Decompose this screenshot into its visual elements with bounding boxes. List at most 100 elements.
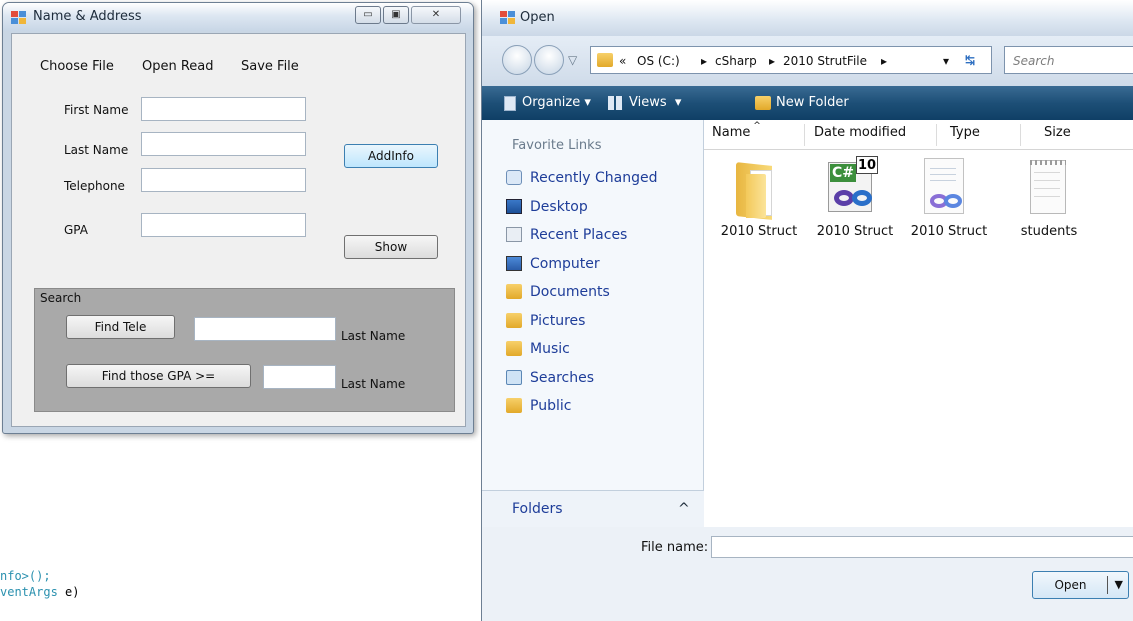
column-name[interactable]: Name ^: [712, 121, 761, 143]
menu-choose-file[interactable]: Choose File: [40, 58, 114, 76]
favorite-link-recently-changed[interactable]: Recently Changed: [506, 168, 696, 188]
chevron-right-icon[interactable]: ▸: [881, 53, 887, 69]
file-name-field[interactable]: [712, 537, 1133, 557]
breadcrumb-csharp[interactable]: cSharp: [715, 53, 757, 69]
navigation-pane: Favorite Links Recently Changed Desktop Re…: [482, 120, 704, 527]
back-button[interactable]: [502, 45, 532, 75]
favorite-link-label: Pictures: [530, 312, 586, 329]
app-icon: [11, 11, 27, 25]
organize-button[interactable]: Organize ▾: [522, 94, 591, 112]
code-line-1: nfo>();: [0, 569, 51, 583]
favorite-link-music[interactable]: Music: [506, 339, 696, 359]
search-group-legend: Search: [38, 291, 84, 305]
title-bar[interactable]: Name & Address ▭ ▣ ✕: [3, 3, 473, 31]
breadcrumb-os-c[interactable]: OS (C:): [637, 53, 680, 69]
find-tele-button[interactable]: Find Tele: [66, 315, 175, 339]
open-title-bar[interactable]: Open: [482, 0, 1133, 36]
recent-places-icon: [506, 227, 522, 242]
gpa-field[interactable]: [142, 214, 305, 236]
views-button[interactable]: Views ▾: [629, 94, 681, 112]
sort-ascending-icon: ^: [750, 121, 761, 131]
chevron-down-icon[interactable]: ▼: [1115, 572, 1123, 598]
column-date-modified[interactable]: Date modified: [814, 124, 906, 142]
breadcrumb-strutfile[interactable]: 2010 StrutFile: [783, 53, 867, 69]
telephone-field-box: [141, 168, 306, 192]
address-dropdown-icon[interactable]: ▾: [943, 53, 949, 69]
command-bar: Organize ▾ Views ▾ New Folder: [482, 86, 1133, 120]
telephone-field[interactable]: [142, 169, 305, 191]
favorite-link-recent-places[interactable]: Recent Places: [506, 225, 696, 245]
chevron-up-icon[interactable]: ^: [678, 500, 690, 518]
file-item[interactable]: students: [1004, 156, 1094, 246]
gpa-result-label: Last Name: [341, 377, 406, 391]
close-button[interactable]: ✕: [411, 6, 461, 24]
menu-open-read[interactable]: Open Read: [142, 58, 214, 76]
breadcrumb-overflow[interactable]: «: [619, 53, 626, 69]
gpa-search-field-box: [263, 365, 336, 389]
file-item[interactable]: C# 10 2010 Struct: [810, 156, 900, 246]
searches-icon: [506, 369, 522, 385]
name-address-window: Name & Address ▭ ▣ ✕ Choose File Open Re…: [2, 2, 474, 434]
favorite-link-public[interactable]: Public: [506, 396, 696, 416]
favorite-link-desktop[interactable]: Desktop: [506, 197, 696, 217]
first-name-field[interactable]: [142, 98, 305, 120]
file-name-label: File name:: [641, 540, 709, 555]
column-type[interactable]: Type: [950, 124, 980, 142]
address-bar[interactable]: « OS (C:) ▸ cSharp ▸ 2010 StrutFile ▸ ▾ …: [590, 46, 992, 74]
favorite-link-label: Searches: [530, 369, 595, 386]
minimize-button[interactable]: ▭: [355, 6, 381, 24]
open-split-divider: [1107, 576, 1108, 594]
folder-icon: [736, 160, 778, 220]
first-name-label: First Name: [64, 103, 129, 117]
last-name-label: Last Name: [64, 143, 129, 157]
favorite-link-label: Music: [530, 341, 570, 357]
column-divider[interactable]: [804, 124, 805, 146]
favorite-link-documents[interactable]: Documents: [506, 282, 696, 302]
show-button[interactable]: Show: [344, 235, 438, 259]
file-item[interactable]: 2010 Struct: [904, 156, 994, 246]
favorite-links-heading: Favorite Links: [512, 138, 602, 153]
favorite-link-pictures[interactable]: Pictures: [506, 311, 696, 331]
views-icon: [608, 96, 623, 110]
tele-search-field[interactable]: [195, 318, 335, 340]
file-list: Name ^ Date modified Type Size 2010 Stru…: [704, 120, 1133, 527]
search-input[interactable]: Search: [1013, 53, 1055, 69]
search-box[interactable]: Search: [1004, 46, 1133, 74]
file-item[interactable]: 2010 Struct: [714, 156, 804, 246]
file-label: 2010 Struct: [910, 224, 988, 239]
csharp-project-icon: C# 10: [826, 156, 882, 218]
solution-file-icon: [924, 158, 974, 218]
favorite-link-searches[interactable]: Searches: [506, 368, 696, 388]
last-name-field[interactable]: [142, 133, 305, 155]
chevron-right-icon[interactable]: ▸: [769, 53, 775, 69]
app-icon: [500, 11, 516, 25]
new-folder-button[interactable]: New Folder: [776, 94, 849, 112]
forward-button[interactable]: [534, 45, 564, 75]
window-title: Name & Address: [33, 9, 142, 24]
column-divider[interactable]: [1020, 124, 1021, 146]
refresh-icon[interactable]: ↹: [965, 52, 975, 68]
gpa-field-box: [141, 213, 306, 237]
favorite-link-label: Documents: [530, 284, 610, 300]
code-line-2: ventArgs e): [0, 585, 80, 599]
add-info-button[interactable]: AddInfo: [344, 144, 438, 168]
code-editor-background: nfo>(); ventArgs e): [0, 568, 79, 600]
column-size[interactable]: Size: [1044, 124, 1071, 142]
address-row: ▽ « OS (C:) ▸ cSharp ▸ 2010 StrutFile ▸ …: [482, 36, 1133, 86]
column-divider[interactable]: [936, 124, 937, 146]
folder-icon: [506, 341, 522, 356]
menu-save-file[interactable]: Save File: [241, 58, 299, 76]
find-gpa-button[interactable]: Find those GPA >=: [66, 364, 251, 388]
gpa-search-field[interactable]: [264, 366, 335, 388]
maximize-button[interactable]: ▣: [383, 6, 409, 24]
file-label: 2010 Struct: [816, 224, 894, 239]
dialog-title: Open: [520, 10, 555, 25]
favorite-link-label: Desktop: [530, 198, 588, 215]
organize-icon: [504, 96, 516, 111]
history-dropdown-icon[interactable]: ▽: [568, 52, 577, 68]
file-label: 2010 Struct: [720, 224, 798, 239]
chevron-right-icon[interactable]: ▸: [701, 53, 707, 69]
favorite-link-computer[interactable]: Computer: [506, 254, 696, 274]
folders-bar[interactable]: Folders ^: [482, 490, 704, 527]
open-button[interactable]: Open ▼: [1032, 571, 1129, 599]
